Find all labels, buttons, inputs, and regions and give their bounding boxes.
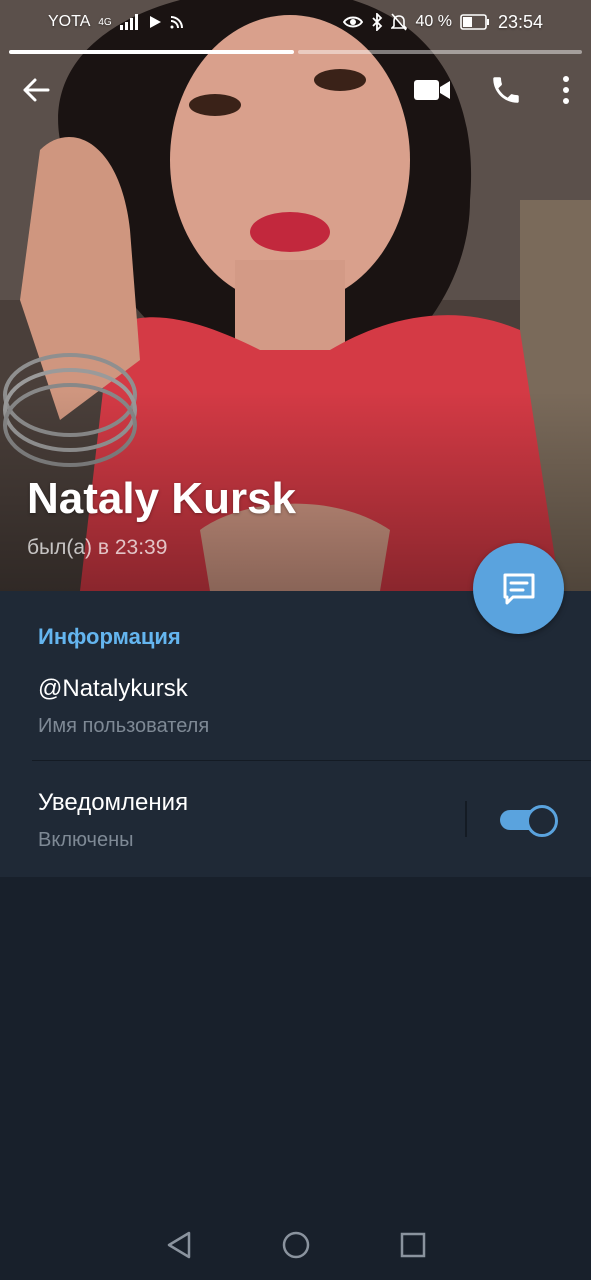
divider (32, 760, 591, 761)
profile-photo[interactable]: YOTA 4G 40 % 23:54 Nataly Kursk был(а) в… (0, 0, 591, 591)
battery-icon (460, 14, 489, 30)
nav-back-button[interactable] (165, 1230, 193, 1260)
back-triangle-icon (167, 1231, 190, 1259)
play-icon (149, 16, 161, 28)
vertical-divider (465, 801, 467, 837)
message-button[interactable] (473, 543, 564, 634)
toggle-thumb (526, 805, 558, 837)
back-button[interactable] (20, 74, 52, 106)
more-button[interactable] (561, 75, 571, 105)
network-label: 4G (98, 16, 112, 28)
more-vertical-icon (563, 76, 569, 104)
notifications-title: Уведомления (38, 789, 189, 816)
nav-recents-button[interactable] (399, 1231, 427, 1259)
status-bar: YOTA 4G 40 % 23:54 (0, 0, 591, 44)
username-label: Имя пользователя (38, 715, 210, 737)
eye-icon (343, 16, 364, 28)
video-call-button[interactable] (413, 77, 451, 103)
nav-home-button[interactable] (281, 1230, 311, 1260)
back-arrow-icon (23, 78, 50, 102)
phone-icon (493, 77, 519, 103)
info-section: Информация @Natalykursk Имя пользователя… (0, 591, 591, 877)
system-nav-bar (0, 1210, 591, 1280)
toolbar (0, 60, 591, 120)
last-seen: был(а) в 23:39 (27, 536, 168, 559)
story-segment[interactable] (297, 50, 582, 54)
call-button[interactable] (489, 73, 523, 107)
message-icon (503, 573, 534, 604)
carrier-label: YOTA (48, 13, 91, 30)
cast-icon (170, 16, 183, 29)
username-value: @Natalykursk (38, 675, 188, 702)
signal-icon (119, 14, 138, 30)
notifications-state: Включены (38, 829, 134, 851)
video-call-icon (414, 80, 450, 100)
bluetooth-icon (372, 13, 383, 31)
recents-square-icon (400, 1232, 425, 1258)
profile-name: Nataly Kursk (27, 474, 297, 523)
story-progress (9, 50, 582, 54)
home-circle-icon (282, 1231, 309, 1259)
battery-percent: 40 % (415, 13, 452, 30)
story-segment[interactable] (9, 50, 294, 54)
clock: 23:54 (497, 11, 543, 32)
notifications-toggle[interactable] (500, 805, 558, 837)
mute-icon (391, 13, 408, 31)
info-header: Информация (38, 624, 181, 649)
